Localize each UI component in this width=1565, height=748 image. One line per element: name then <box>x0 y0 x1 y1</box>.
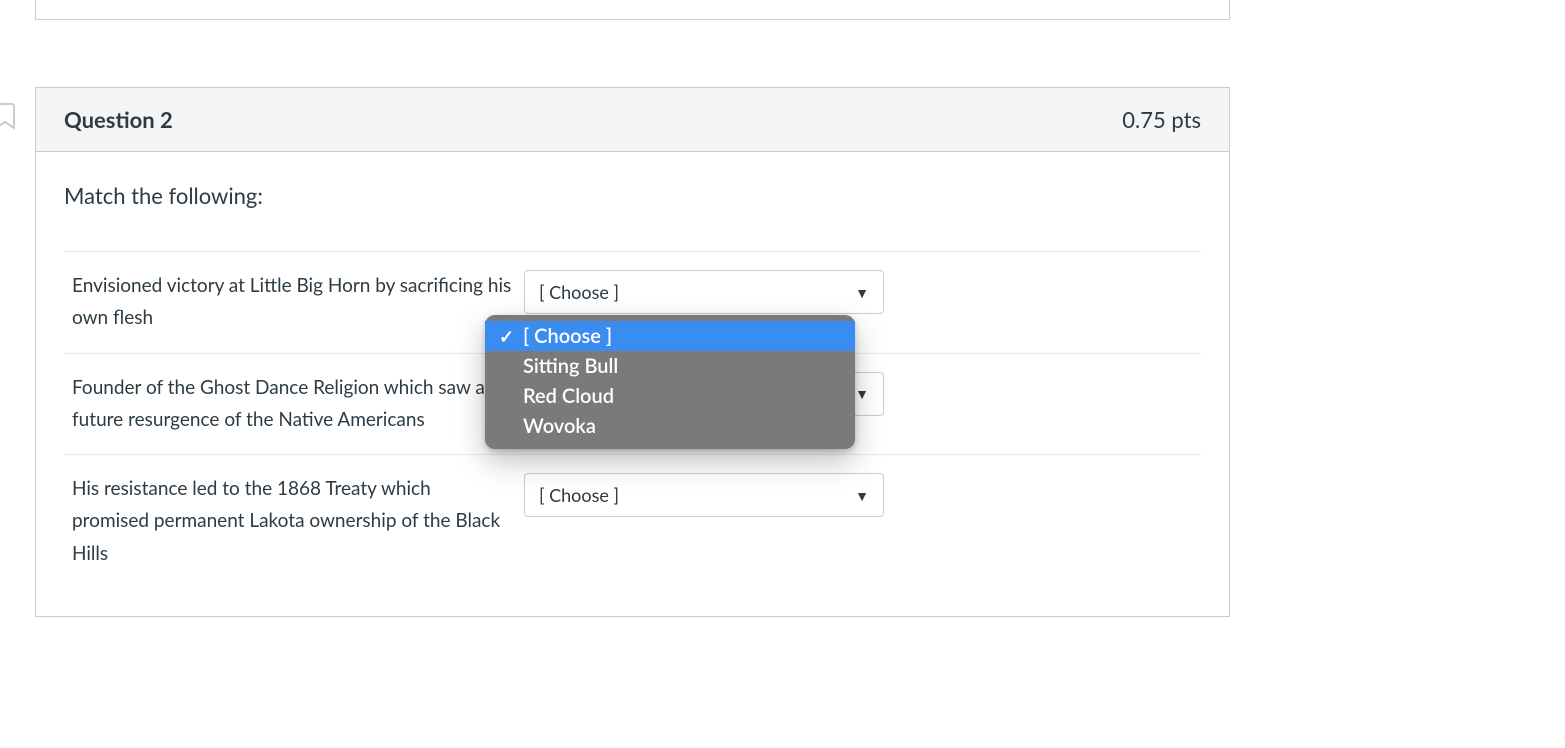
match-prompt: Founder of the Ghost Dance Religion whic… <box>72 372 524 437</box>
chevron-down-icon: ▼ <box>855 284 869 301</box>
match-prompt: His resistance led to the 1868 Treaty wh… <box>72 473 524 570</box>
match-prompt: Envisioned victory at Little Big Horn by… <box>72 270 524 335</box>
check-icon: ✓ <box>499 325 523 348</box>
match-select-1[interactable]: [ Choose ] ▼ <box>524 270 884 314</box>
chevron-down-icon: ▼ <box>855 385 869 402</box>
dropdown-option-red-cloud[interactable]: Red Cloud <box>485 381 855 411</box>
question-title: Question 2 <box>64 106 173 133</box>
select-value: [ Choose ] <box>539 281 619 303</box>
question-header: Question 2 0.75 pts <box>36 88 1229 152</box>
dropdown-option-label: Sitting Bull <box>523 354 837 378</box>
match-select-3[interactable]: [ Choose ] ▼ <box>524 473 884 517</box>
dropdown-option-sitting-bull[interactable]: Sitting Bull <box>485 351 855 381</box>
previous-question-card-fragment <box>35 0 1230 20</box>
question-points: 0.75 pts <box>1122 106 1201 133</box>
dropdown-option-choose[interactable]: ✓ [ Choose ] <box>485 321 855 351</box>
chevron-down-icon: ▼ <box>855 487 869 504</box>
select-value: [ Choose ] <box>539 484 619 506</box>
match-row: His resistance led to the 1868 Treaty wh… <box>64 455 1201 588</box>
dropdown-option-wovoka[interactable]: Wovoka <box>485 411 855 441</box>
select-dropdown: ✓ [ Choose ] Sitting Bull Red Cloud Wovo… <box>485 315 855 449</box>
bookmark-icon[interactable] <box>0 102 18 130</box>
dropdown-option-label: [ Choose ] <box>523 324 837 348</box>
dropdown-option-label: Wovoka <box>523 414 837 438</box>
question-instructions: Match the following: <box>64 182 1201 209</box>
dropdown-option-label: Red Cloud <box>523 384 837 408</box>
